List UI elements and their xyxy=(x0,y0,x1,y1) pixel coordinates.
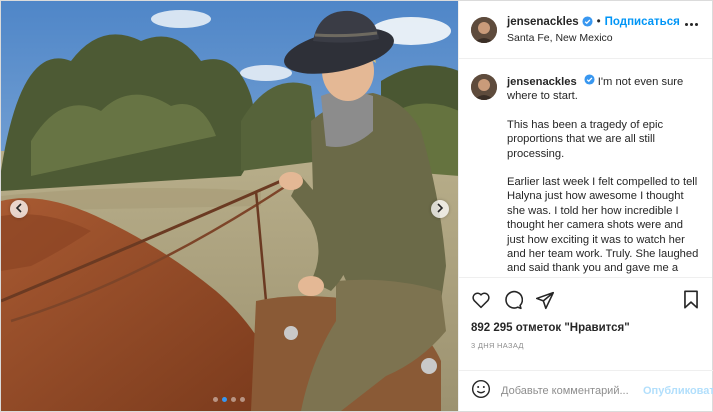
author-username[interactable]: jensenackles xyxy=(507,16,579,28)
paper-plane-icon[interactable] xyxy=(535,291,555,310)
caption-paragraph: Earlier last week I felt compelled to te… xyxy=(507,176,699,277)
post-header: jensenackles • Подписаться Santa Fe, New… xyxy=(459,1,712,59)
location-link[interactable]: Santa Fe, New Mexico xyxy=(507,32,680,44)
carousel-dot xyxy=(213,397,218,402)
post-sidebar: jensenackles • Подписаться Santa Fe, New… xyxy=(458,1,713,411)
likes-count[interactable]: 892 295 отметок "Нравится" xyxy=(471,322,700,334)
post-timestamp[interactable]: 3 ДНЯ НАЗАД xyxy=(471,341,700,350)
caption-avatar[interactable] xyxy=(471,74,497,100)
bookmark-icon[interactable] xyxy=(683,290,699,309)
post-modal: jensenackles • Подписаться Santa Fe, New… xyxy=(0,0,713,412)
action-bar: 892 295 отметок "Нравится" 3 ДНЯ НАЗАД xyxy=(459,277,712,367)
caption-paragraph: This has been a tragedy of epic proporti… xyxy=(507,118,664,160)
caption-username[interactable]: jensenackles xyxy=(507,76,577,88)
smiley-icon[interactable] xyxy=(471,379,491,404)
carousel-dot xyxy=(222,397,227,402)
comment-input[interactable] xyxy=(501,385,643,397)
carousel-dot xyxy=(240,397,245,402)
carousel-indicator xyxy=(213,397,245,402)
header-separator: • xyxy=(596,15,601,28)
more-options-icon[interactable] xyxy=(685,23,698,26)
post-photo[interactable] xyxy=(1,1,458,411)
comment-bubble-icon[interactable] xyxy=(503,290,523,310)
verified-badge-icon xyxy=(582,16,593,27)
chevron-right-icon xyxy=(436,200,444,218)
publish-button[interactable]: Опубликовать xyxy=(643,385,713,397)
caption-area: jensenackles I'm not even sure where to … xyxy=(459,59,712,277)
carousel-next-button[interactable] xyxy=(431,200,449,218)
heart-icon[interactable] xyxy=(471,291,491,309)
add-comment-bar: Опубликовать xyxy=(459,370,713,411)
verified-badge-icon xyxy=(584,74,595,85)
chevron-left-icon xyxy=(15,200,23,218)
photo-illustration xyxy=(1,1,458,411)
caption-text: jensenackles I'm not even sure where to … xyxy=(507,74,700,277)
avatar[interactable] xyxy=(471,16,497,43)
follow-button[interactable]: Подписаться xyxy=(605,16,680,28)
carousel-prev-button[interactable] xyxy=(10,200,28,218)
carousel-dot xyxy=(231,397,236,402)
